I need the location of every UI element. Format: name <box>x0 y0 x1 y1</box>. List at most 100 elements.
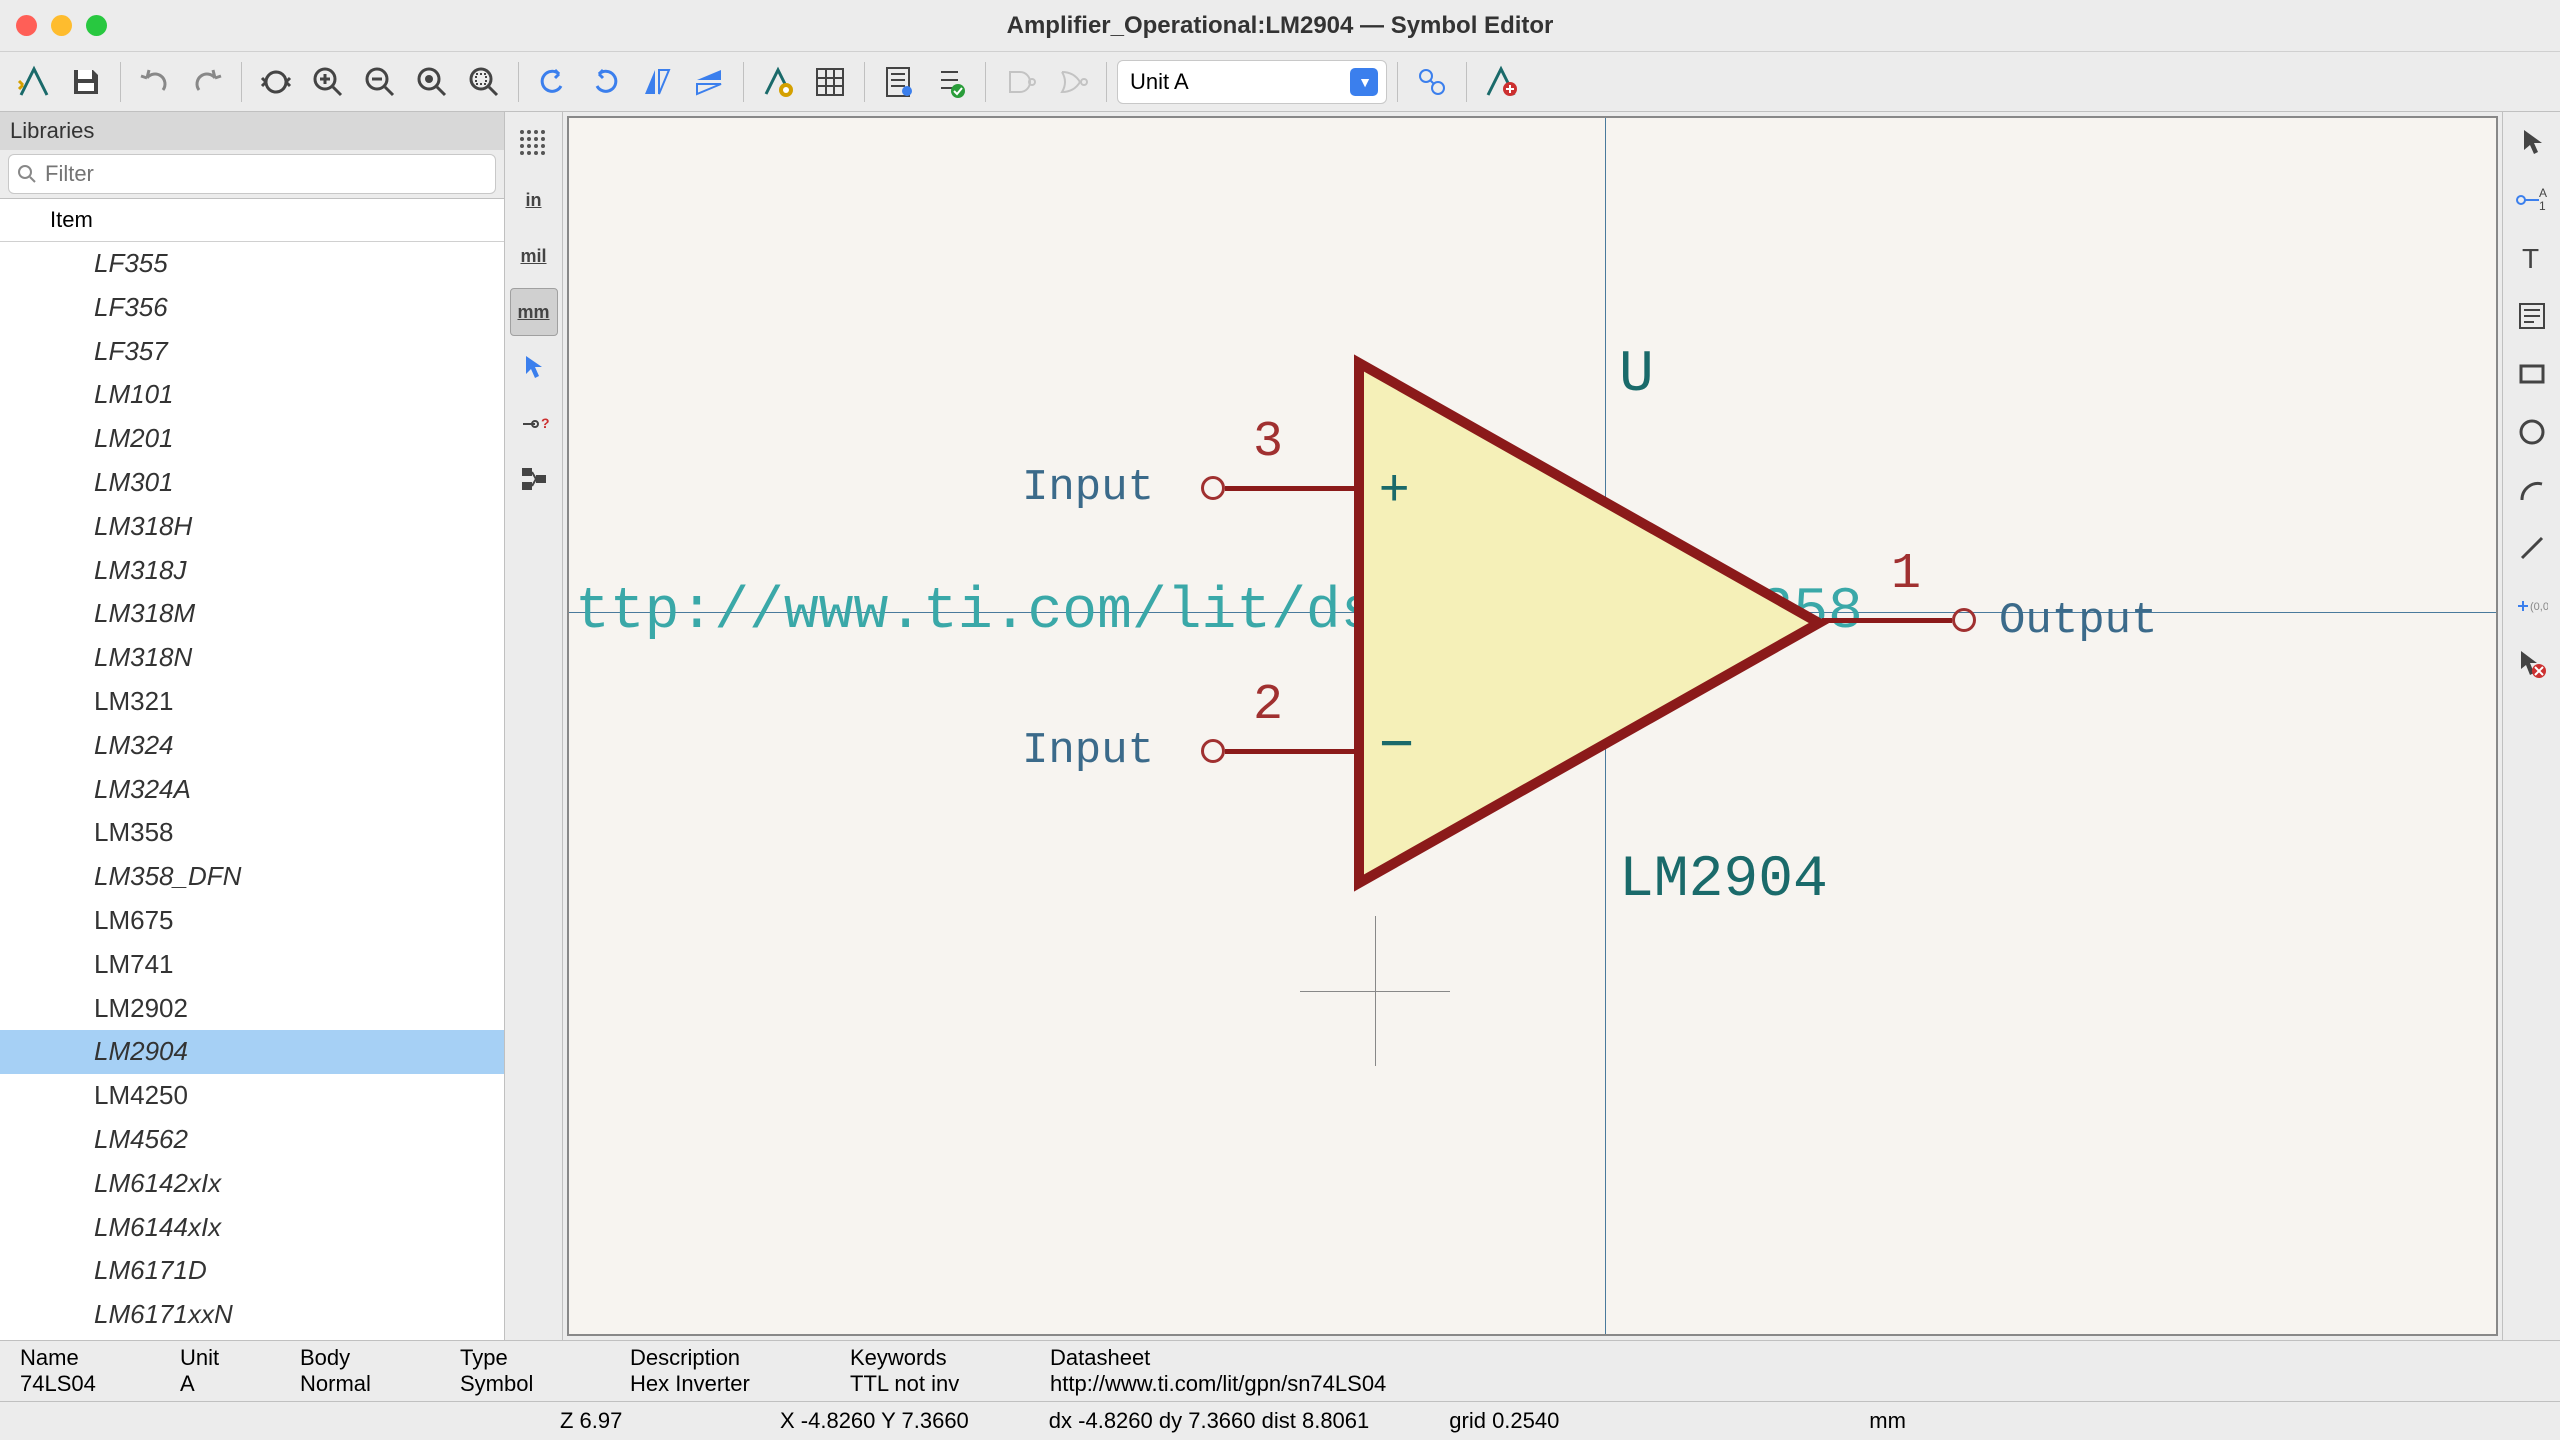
library-item[interactable]: LM675 <box>0 899 504 943</box>
mirror-horizontal-button[interactable] <box>633 58 681 106</box>
erc-button[interactable] <box>927 58 975 106</box>
properties-bar: NameUnitBodyTypeDescriptionKeywordsDatas… <box>0 1340 2560 1401</box>
status-xy: X -4.8260 Y 7.3660 <box>780 1408 969 1434</box>
set-anchor-button[interactable]: (0,0) <box>2510 584 2554 628</box>
library-item[interactable]: LF357 <box>0 330 504 374</box>
library-item[interactable]: LM318J <box>0 549 504 593</box>
pin2-endpoint[interactable] <box>1201 739 1225 763</box>
new-symbol-button[interactable] <box>10 58 58 106</box>
add-rectangle-button[interactable] <box>2510 352 2554 396</box>
library-item[interactable]: LM324 <box>0 724 504 768</box>
library-item[interactable]: LM6144xIx <box>0 1206 504 1250</box>
show-tree-button[interactable] <box>510 456 558 504</box>
prop-value: TTL not inv <box>850 1371 1050 1397</box>
library-item[interactable]: LM6142xIx <box>0 1162 504 1206</box>
value-field[interactable]: LM2904 <box>1619 848 1828 913</box>
cursor-full-button[interactable] <box>510 344 558 392</box>
library-item[interactable]: LM321 <box>0 680 504 724</box>
status-grid: grid 0.2540 <box>1449 1408 1589 1434</box>
zoom-fit-button[interactable] <box>408 58 456 106</box>
library-item[interactable]: LM2902 <box>0 987 504 1031</box>
library-item[interactable]: LM4562 <box>0 1118 504 1162</box>
sync-pins-button[interactable] <box>1408 58 1456 106</box>
library-item[interactable]: LM318M <box>0 592 504 636</box>
redo-button[interactable] <box>183 58 231 106</box>
units-inches-button[interactable]: in <box>510 176 558 224</box>
pin1-number[interactable]: 1 <box>1891 546 1921 603</box>
prop-header: Type <box>460 1345 630 1371</box>
library-item[interactable]: LM358_DFN <box>0 855 504 899</box>
add-arc-button[interactable] <box>2510 468 2554 512</box>
library-panel-header: Libraries <box>0 112 504 150</box>
add-textbox-button[interactable] <box>2510 294 2554 338</box>
library-item[interactable]: LM741 <box>0 943 504 987</box>
svg-text:T: T <box>2522 244 2539 272</box>
units-mm-button[interactable]: mm <box>510 288 558 336</box>
unit-selector[interactable]: Unit A ▼ <box>1117 60 1387 104</box>
add-text-button[interactable]: T <box>2510 236 2554 280</box>
library-filter-input[interactable] <box>8 154 496 194</box>
pin3-number[interactable]: 3 <box>1253 414 1283 471</box>
pin2-line[interactable] <box>1225 749 1355 754</box>
undo-button[interactable] <box>131 58 179 106</box>
show-pin-electrical-button[interactable]: ? <box>510 400 558 448</box>
library-item[interactable]: LM6171xxN <box>0 1293 504 1337</box>
library-item[interactable]: LM358 <box>0 811 504 855</box>
library-item[interactable]: LM318N <box>0 636 504 680</box>
window-title: Amplifier_Operational:LM2904 — Symbol Ed… <box>1007 12 1554 40</box>
library-item[interactable]: LM301 <box>0 461 504 505</box>
symbol-properties-button[interactable] <box>754 58 802 106</box>
library-item[interactable]: LM318H <box>0 505 504 549</box>
add-circle-button[interactable] <box>2510 410 2554 454</box>
units-mils-button[interactable]: mil <box>510 232 558 280</box>
pin2-polarity-minus: − <box>1379 708 1414 777</box>
delete-tool-button[interactable] <box>2510 642 2554 686</box>
prop-value: A <box>180 1371 300 1397</box>
select-tool-button[interactable] <box>2510 120 2554 164</box>
pin1-label[interactable]: Output <box>1999 596 2157 646</box>
prop-header: Unit <box>180 1345 300 1371</box>
zoom-in-button[interactable] <box>304 58 352 106</box>
window-close-button[interactable] <box>16 15 37 36</box>
add-line-button[interactable] <box>2510 526 2554 570</box>
pin2-label[interactable]: Input <box>1022 726 1154 776</box>
pin2-number[interactable]: 2 <box>1253 677 1283 734</box>
pin1-endpoint[interactable] <box>1952 608 1976 632</box>
add-pin-button[interactable]: A1 <box>2510 178 2554 222</box>
zoom-out-button[interactable] <box>356 58 404 106</box>
library-item[interactable]: LM201 <box>0 417 504 461</box>
library-item[interactable]: LM6171D <box>0 1249 504 1293</box>
datasheet-button[interactable] <box>875 58 923 106</box>
unit-selector-label: Unit A <box>1130 69 1189 95</box>
window-zoom-button[interactable] <box>86 15 107 36</box>
library-item[interactable]: LF356 <box>0 286 504 330</box>
prop-value: 74LS04 <box>20 1371 180 1397</box>
window-minimize-button[interactable] <box>51 15 72 36</box>
demorgan-alternate-button[interactable] <box>1048 58 1096 106</box>
library-item[interactable]: LF355 <box>0 242 504 286</box>
pin3-line[interactable] <box>1225 486 1355 491</box>
prop-header: Keywords <box>850 1345 1050 1371</box>
library-item[interactable]: LM101 <box>0 373 504 417</box>
mirror-vertical-button[interactable] <box>685 58 733 106</box>
rotate-ccw-button[interactable] <box>529 58 577 106</box>
insert-to-schematic-button[interactable] <box>1477 58 1525 106</box>
library-item[interactable]: LM324A <box>0 768 504 812</box>
rotate-cw-button[interactable] <box>581 58 629 106</box>
library-item[interactable]: LM4250 <box>0 1074 504 1118</box>
library-item[interactable]: LM2904 <box>0 1030 504 1074</box>
pin3-endpoint[interactable] <box>1201 476 1225 500</box>
status-units: mm <box>1869 1408 2009 1434</box>
pin-table-button[interactable] <box>806 58 854 106</box>
demorgan-standard-button[interactable] <box>996 58 1044 106</box>
symbol-body[interactable] <box>1349 353 1879 893</box>
pin1-line[interactable] <box>1822 618 1952 623</box>
library-list[interactable]: LF355LF356LF357LM101LM201LM301LM318HLM31… <box>0 242 504 1340</box>
zoom-selection-button[interactable] <box>460 58 508 106</box>
pin3-label[interactable]: Input <box>1022 463 1154 513</box>
refresh-button[interactable] <box>252 58 300 106</box>
reference-field[interactable]: U <box>1619 343 1654 408</box>
canvas[interactable]: ttp://www.ti.com/lit/ds/symlink/lm358 In… <box>567 116 2498 1336</box>
save-button[interactable] <box>62 58 110 106</box>
grid-button[interactable] <box>510 120 558 168</box>
